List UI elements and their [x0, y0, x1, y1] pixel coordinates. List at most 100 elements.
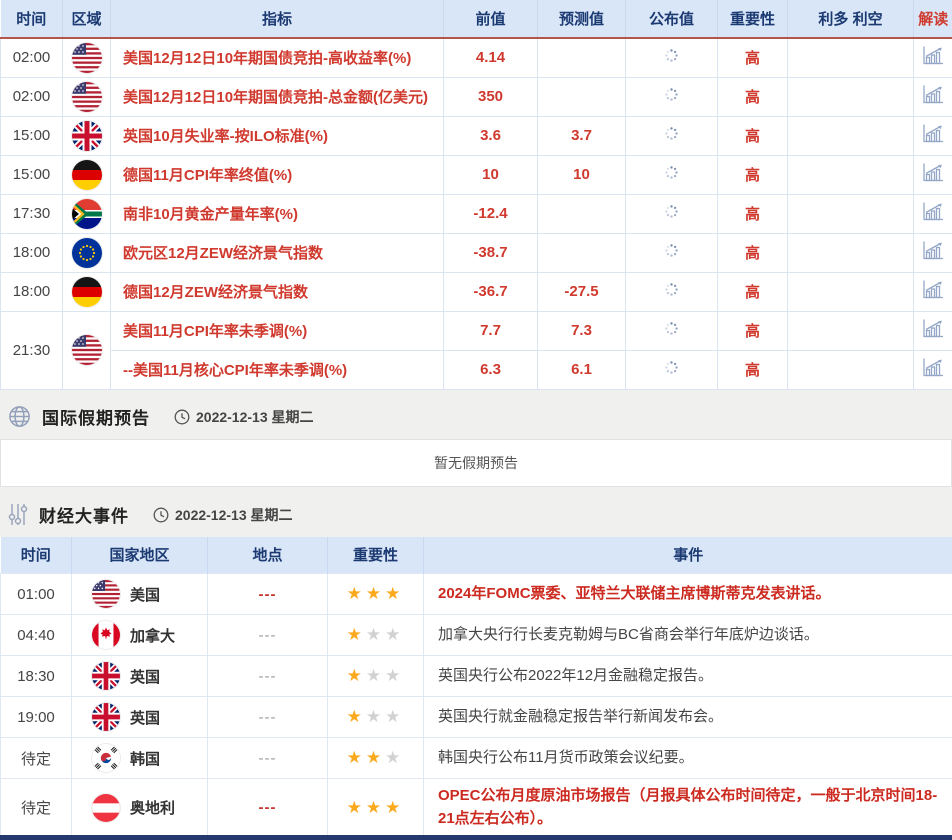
- col-header-location: 地点: [208, 537, 328, 574]
- region-cell: [63, 194, 111, 233]
- flag-us-icon: [72, 335, 102, 365]
- globe-icon: [8, 405, 31, 428]
- indicator-cell[interactable]: 美国12月12日10年期国债竞拍-高收益率(%): [111, 38, 444, 77]
- indicator-row: 21:30美国11月CPI年率未季调(%)7.77.3高: [1, 311, 952, 350]
- indicator-cell[interactable]: 德国11月CPI年率终值(%): [111, 155, 444, 194]
- forecast-value-cell: 6.1: [538, 350, 626, 389]
- event-text-cell[interactable]: 英国央行就金融稳定报告举行新闻发布会。: [424, 697, 952, 738]
- flag-kr-icon: [92, 744, 120, 772]
- col-header-event-importance: 重要性: [328, 537, 424, 574]
- col-header-analysis: 解读: [914, 0, 952, 38]
- indicator-cell[interactable]: 南非10月黄金产量年率(%): [111, 194, 444, 233]
- star-icon: ★: [347, 666, 366, 685]
- analysis-cell: [914, 272, 952, 311]
- event-country-cell: 韩国: [72, 738, 208, 779]
- indicator-cell[interactable]: 德国12月ZEW经济景气指数: [111, 272, 444, 311]
- event-time-cell: 01:00: [1, 574, 72, 615]
- loading-spinner: [664, 321, 679, 336]
- event-importance-cell: ★★★: [328, 574, 424, 615]
- event-text-cell[interactable]: 加拿大央行行长麦克勒姆与BC省商会举行年底炉边谈话。: [424, 615, 952, 656]
- star-icon: ★: [385, 625, 404, 644]
- bar-chart-arrow-icon[interactable]: [922, 123, 944, 143]
- time-cell: 17:30: [1, 194, 63, 233]
- region-cell: [63, 116, 111, 155]
- event-location-cell: ---: [208, 779, 328, 837]
- time-cell: 18:00: [1, 272, 63, 311]
- published-value-cell: [626, 38, 718, 77]
- flag-de-icon: [72, 160, 102, 190]
- forecast-value-cell: [538, 194, 626, 233]
- flag-ca-icon: [92, 621, 120, 649]
- importance-cell: 高: [718, 155, 788, 194]
- clock-icon: [174, 409, 190, 425]
- previous-value-cell: 350: [444, 77, 538, 116]
- holiday-section-header: 国际假期预告 2022-12-13 星期二: [0, 405, 952, 429]
- holiday-section-title: 国际假期预告: [42, 404, 150, 429]
- flag-us-icon: [72, 82, 102, 112]
- analysis-cell: [914, 350, 952, 389]
- event-country-cell: 英国: [72, 697, 208, 738]
- star-icon: ★: [385, 584, 404, 603]
- clock-icon: [153, 507, 169, 523]
- indicator-cell[interactable]: 英国10月失业率-按ILO标准(%): [111, 116, 444, 155]
- indicator-row: --美国11月核心CPI年率未季调(%)6.36.1高: [1, 350, 952, 389]
- bias-cell: [788, 272, 914, 311]
- published-value-cell: [626, 194, 718, 233]
- importance-cell: 高: [718, 194, 788, 233]
- indicator-cell[interactable]: 美国12月12日10年期国债竞拍-总金额(亿美元): [111, 77, 444, 116]
- region-cell: [63, 155, 111, 194]
- economic-calendar-page: 时间 区域 指标 前值 预测值 公布值 重要性 利多 利空 解读 02:00美国…: [0, 0, 952, 840]
- event-time-cell: 04:40: [1, 615, 72, 656]
- bar-chart-arrow-icon[interactable]: [922, 162, 944, 182]
- bar-chart-arrow-icon[interactable]: [922, 318, 944, 338]
- star-icon: ★: [366, 748, 385, 767]
- events-table: 时间 国家地区 地点 重要性 事件 01:00美国---★★★2024年FOMC…: [0, 537, 952, 838]
- event-location-cell: ---: [208, 738, 328, 779]
- bar-chart-arrow-icon[interactable]: [922, 84, 944, 104]
- indicator-row: 02:00美国12月12日10年期国债竞拍-高收益率(%)4.14高: [1, 38, 952, 77]
- country-name: 加拿大: [130, 625, 175, 646]
- analysis-cell: [914, 233, 952, 272]
- country-name: 英国: [130, 666, 160, 687]
- calendar-header-row: 时间 区域 指标 前值 预测值 公布值 重要性 利多 利空 解读: [1, 0, 952, 38]
- indicator-cell[interactable]: 美国11月CPI年率未季调(%): [111, 311, 444, 350]
- indicator-cell[interactable]: --美国11月核心CPI年率未季调(%): [111, 350, 444, 389]
- event-row: 待定韩国---★★★韩国央行公布11月货币政策会议纪要。: [1, 738, 952, 779]
- bias-cell: [788, 116, 914, 155]
- flag-de-icon: [72, 277, 102, 307]
- region-cell: [63, 38, 111, 77]
- event-location-cell: ---: [208, 656, 328, 697]
- flag-us-icon: [72, 43, 102, 73]
- event-text-cell[interactable]: OPEC公布月度原油市场报告（月报具体公布时间待定，一般于北京时间18-21点左…: [424, 779, 952, 837]
- event-text-cell[interactable]: 2024年FOMC票委、亚特兰大联储主席博斯蒂克发表讲话。: [424, 574, 952, 615]
- loading-spinner: [664, 360, 679, 375]
- bar-chart-arrow-icon[interactable]: [922, 201, 944, 221]
- bar-chart-arrow-icon[interactable]: [922, 279, 944, 299]
- event-text-cell[interactable]: 韩国央行公布11月货币政策会议纪要。: [424, 738, 952, 779]
- bar-chart-arrow-icon[interactable]: [922, 45, 944, 65]
- bar-chart-arrow-icon[interactable]: [922, 357, 944, 377]
- published-value-cell: [626, 233, 718, 272]
- loading-spinner: [664, 126, 679, 141]
- country-name: 美国: [130, 584, 160, 605]
- time-cell: 21:30: [1, 311, 63, 389]
- col-header-previous: 前值: [444, 0, 538, 38]
- loading-spinner: [664, 48, 679, 63]
- event-importance-cell: ★★★: [328, 615, 424, 656]
- event-text-cell[interactable]: 英国央行公布2022年12月金融稳定报告。: [424, 656, 952, 697]
- col-header-indicator: 指标: [111, 0, 444, 38]
- bias-cell: [788, 194, 914, 233]
- bar-chart-arrow-icon[interactable]: [922, 240, 944, 260]
- event-importance-cell: ★★★: [328, 738, 424, 779]
- flag-at-icon: [92, 794, 120, 822]
- indicator-row: 15:00德国11月CPI年率终值(%)1010高: [1, 155, 952, 194]
- footer-bar: [0, 835, 952, 840]
- star-icon: ★: [347, 584, 366, 603]
- analysis-cell: [914, 77, 952, 116]
- published-value-cell: [626, 77, 718, 116]
- indicator-cell[interactable]: 欧元区12月ZEW经济景气指数: [111, 233, 444, 272]
- flag-eu-icon: [72, 238, 102, 268]
- event-row: 18:30英国---★★★英国央行公布2022年12月金融稳定报告。: [1, 656, 952, 697]
- time-cell: 18:00: [1, 233, 63, 272]
- importance-cell: 高: [718, 233, 788, 272]
